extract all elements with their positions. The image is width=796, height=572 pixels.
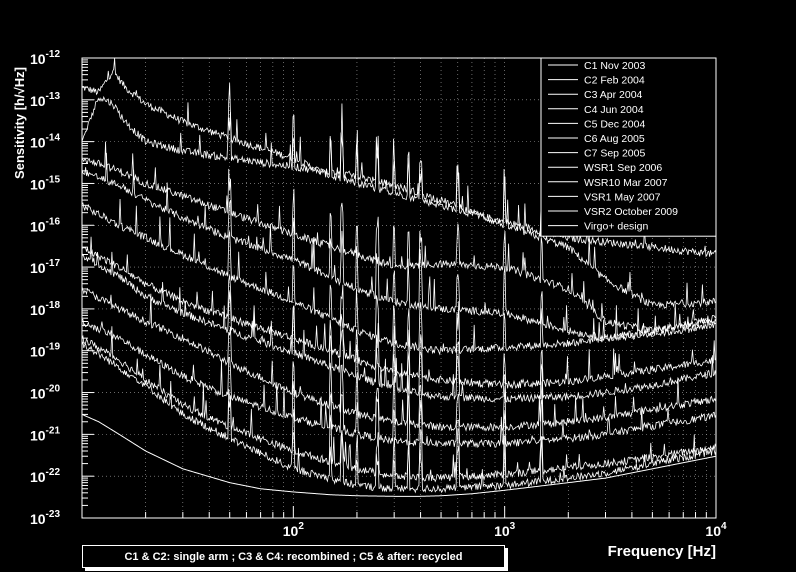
annotation-note: C1 & C2: single arm ; C3 & C4: recombine… bbox=[82, 545, 505, 568]
legend: C1 Nov 2003 C2 Feb 2004 C3 Apr 2004 C4 Jun … bbox=[540, 57, 717, 237]
legend-entry: WSR1 Sep 2006 bbox=[584, 162, 662, 174]
sensitivity-chart: 102 103 10410-1210-1310-1410-1510-1610-171… bbox=[0, 0, 796, 572]
legend-entry: VSR2 October 2009 bbox=[584, 206, 678, 218]
legend-entry: C6 Aug 2005 bbox=[584, 133, 645, 145]
legend-entry: C5 Dec 2004 bbox=[584, 118, 645, 130]
legend-entry: C7 Sep 2005 bbox=[584, 148, 645, 160]
x-axis-title: Frequency [Hz] bbox=[608, 543, 716, 560]
legend-entry: Virgo+ design bbox=[584, 221, 648, 233]
legend-entry: C3 Apr 2004 bbox=[584, 89, 643, 101]
legend-entry: C2 Feb 2004 bbox=[584, 75, 645, 87]
y-axis-title: Sensitivity [h/√Hz] bbox=[12, 67, 27, 179]
legend-entry: C1 Nov 2003 bbox=[584, 60, 645, 72]
legend-entry: WSR10 Mar 2007 bbox=[584, 177, 668, 189]
annotation-note-text: C1 & C2: single arm ; C3 & C4: recombine… bbox=[124, 550, 463, 563]
legend-entry: C4 Jun 2004 bbox=[584, 104, 644, 116]
legend-entry: VSR1 May 2007 bbox=[584, 191, 661, 203]
